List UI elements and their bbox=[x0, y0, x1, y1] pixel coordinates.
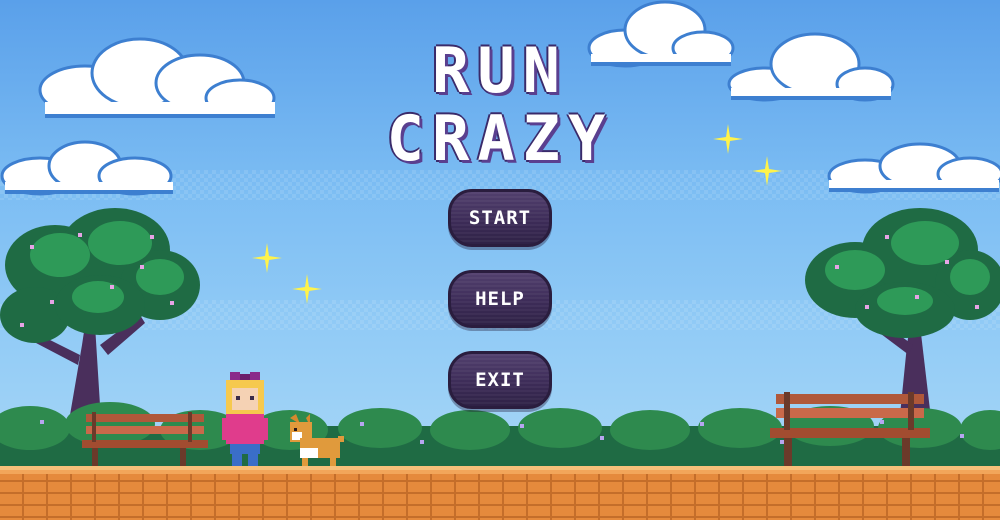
help-button[interactable]: HELP bbox=[448, 270, 552, 328]
sparkle-icon bbox=[752, 156, 782, 186]
sparkle-icon bbox=[292, 274, 322, 304]
tree-icon bbox=[0, 208, 200, 415]
sparkle-icon bbox=[252, 243, 282, 273]
park-bench-icon bbox=[82, 412, 208, 472]
exit-button[interactable]: EXIT bbox=[448, 351, 552, 409]
girl-character-icon bbox=[222, 372, 268, 472]
game-title-line-1: RUN bbox=[432, 34, 568, 107]
start-button-label: START bbox=[468, 207, 532, 229]
sparkle-icon bbox=[713, 124, 743, 154]
help-button-label: HELP bbox=[475, 288, 525, 310]
game-main-menu: RUN CRAZY START HELP EXIT bbox=[0, 0, 1000, 520]
game-title-line-2: CRAZY bbox=[386, 102, 614, 175]
start-button[interactable]: START bbox=[448, 189, 552, 247]
corgi-dog-icon bbox=[290, 414, 344, 470]
park-bench-icon bbox=[770, 392, 930, 470]
brick-path bbox=[0, 470, 1000, 520]
exit-button-label: EXIT bbox=[475, 369, 525, 391]
